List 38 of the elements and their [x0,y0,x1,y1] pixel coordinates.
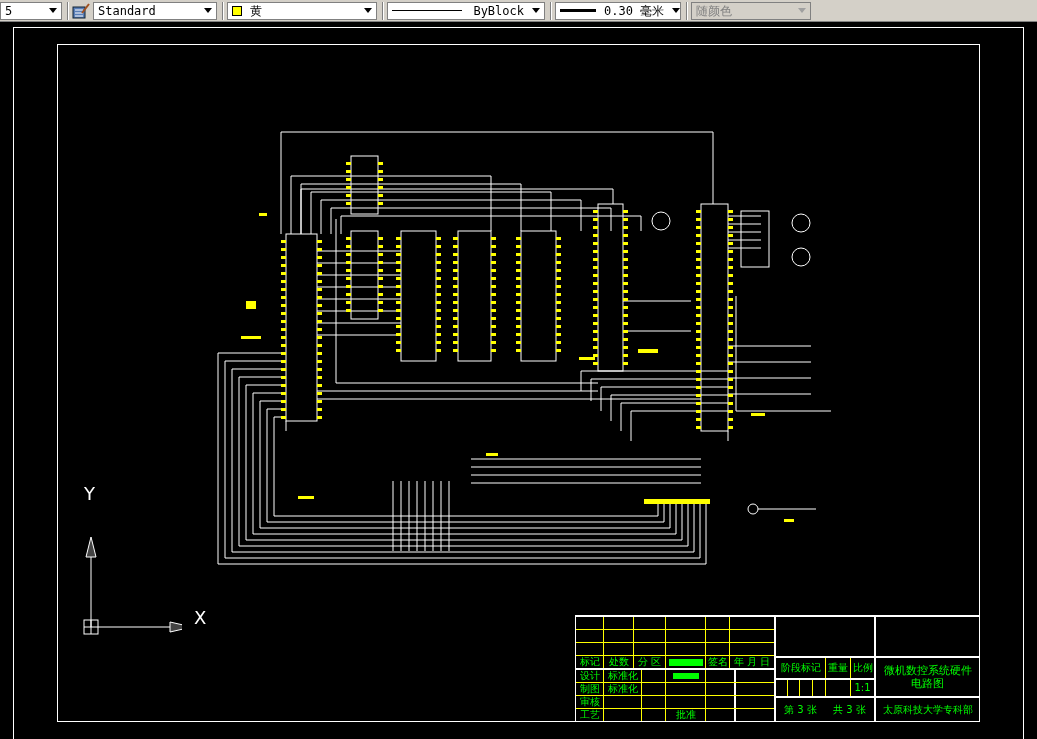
title-block-label: 年 月 日 [733,657,771,667]
dropdown[interactable]: ByBlock [387,1,545,20]
caret-icon [204,8,212,13]
redacted-bar [668,658,703,666]
title-block-label: 比例 [852,663,873,673]
dropdown[interactable]: 黄 [227,1,377,20]
title-block-label: 设计 [579,671,600,681]
drawing-title: 微机数控系统硬件电路图 [882,664,973,690]
title-block-label: 批准 [675,710,696,720]
title-block-label: 标记 [579,657,600,667]
caret-icon [364,8,372,13]
title-block-label: 处数 [608,657,629,667]
line-sample-icon [392,9,462,12]
sheet-count: 共 3 张 [833,704,866,715]
x-axis-label: X [194,609,207,627]
title-block-label: 重量 [828,663,848,673]
caret-icon [49,8,57,13]
title-block-label: 制图 [579,684,600,694]
title-block-label: 审核 [579,697,600,707]
scale-value: 1:1 [854,683,871,693]
caret-icon [672,8,681,13]
title-block-label: 标准化 [607,671,638,681]
organization-name: 太原科技大学专科部 [882,704,973,715]
sheet-number: 第 3 张 [784,704,817,715]
dropdown[interactable]: Standard [93,1,217,20]
title-block-label: 分 区 [637,657,662,667]
y-axis-label: Y [84,485,95,503]
title-block-label: 阶段标记 [780,663,821,673]
dropdown[interactable]: 0.30 毫米 [555,1,681,20]
text-style-icon[interactable] [72,2,90,19]
dropdown[interactable]: 5 [0,1,62,20]
redacted-bar [672,673,699,679]
title-block-label: 标准化 [607,684,638,694]
caret-icon [532,8,540,13]
caret-icon [798,8,806,13]
title-block-label: 签名 [707,657,728,667]
title-block-label: 工艺 [579,710,600,720]
thick-line-sample-icon [560,8,596,13]
